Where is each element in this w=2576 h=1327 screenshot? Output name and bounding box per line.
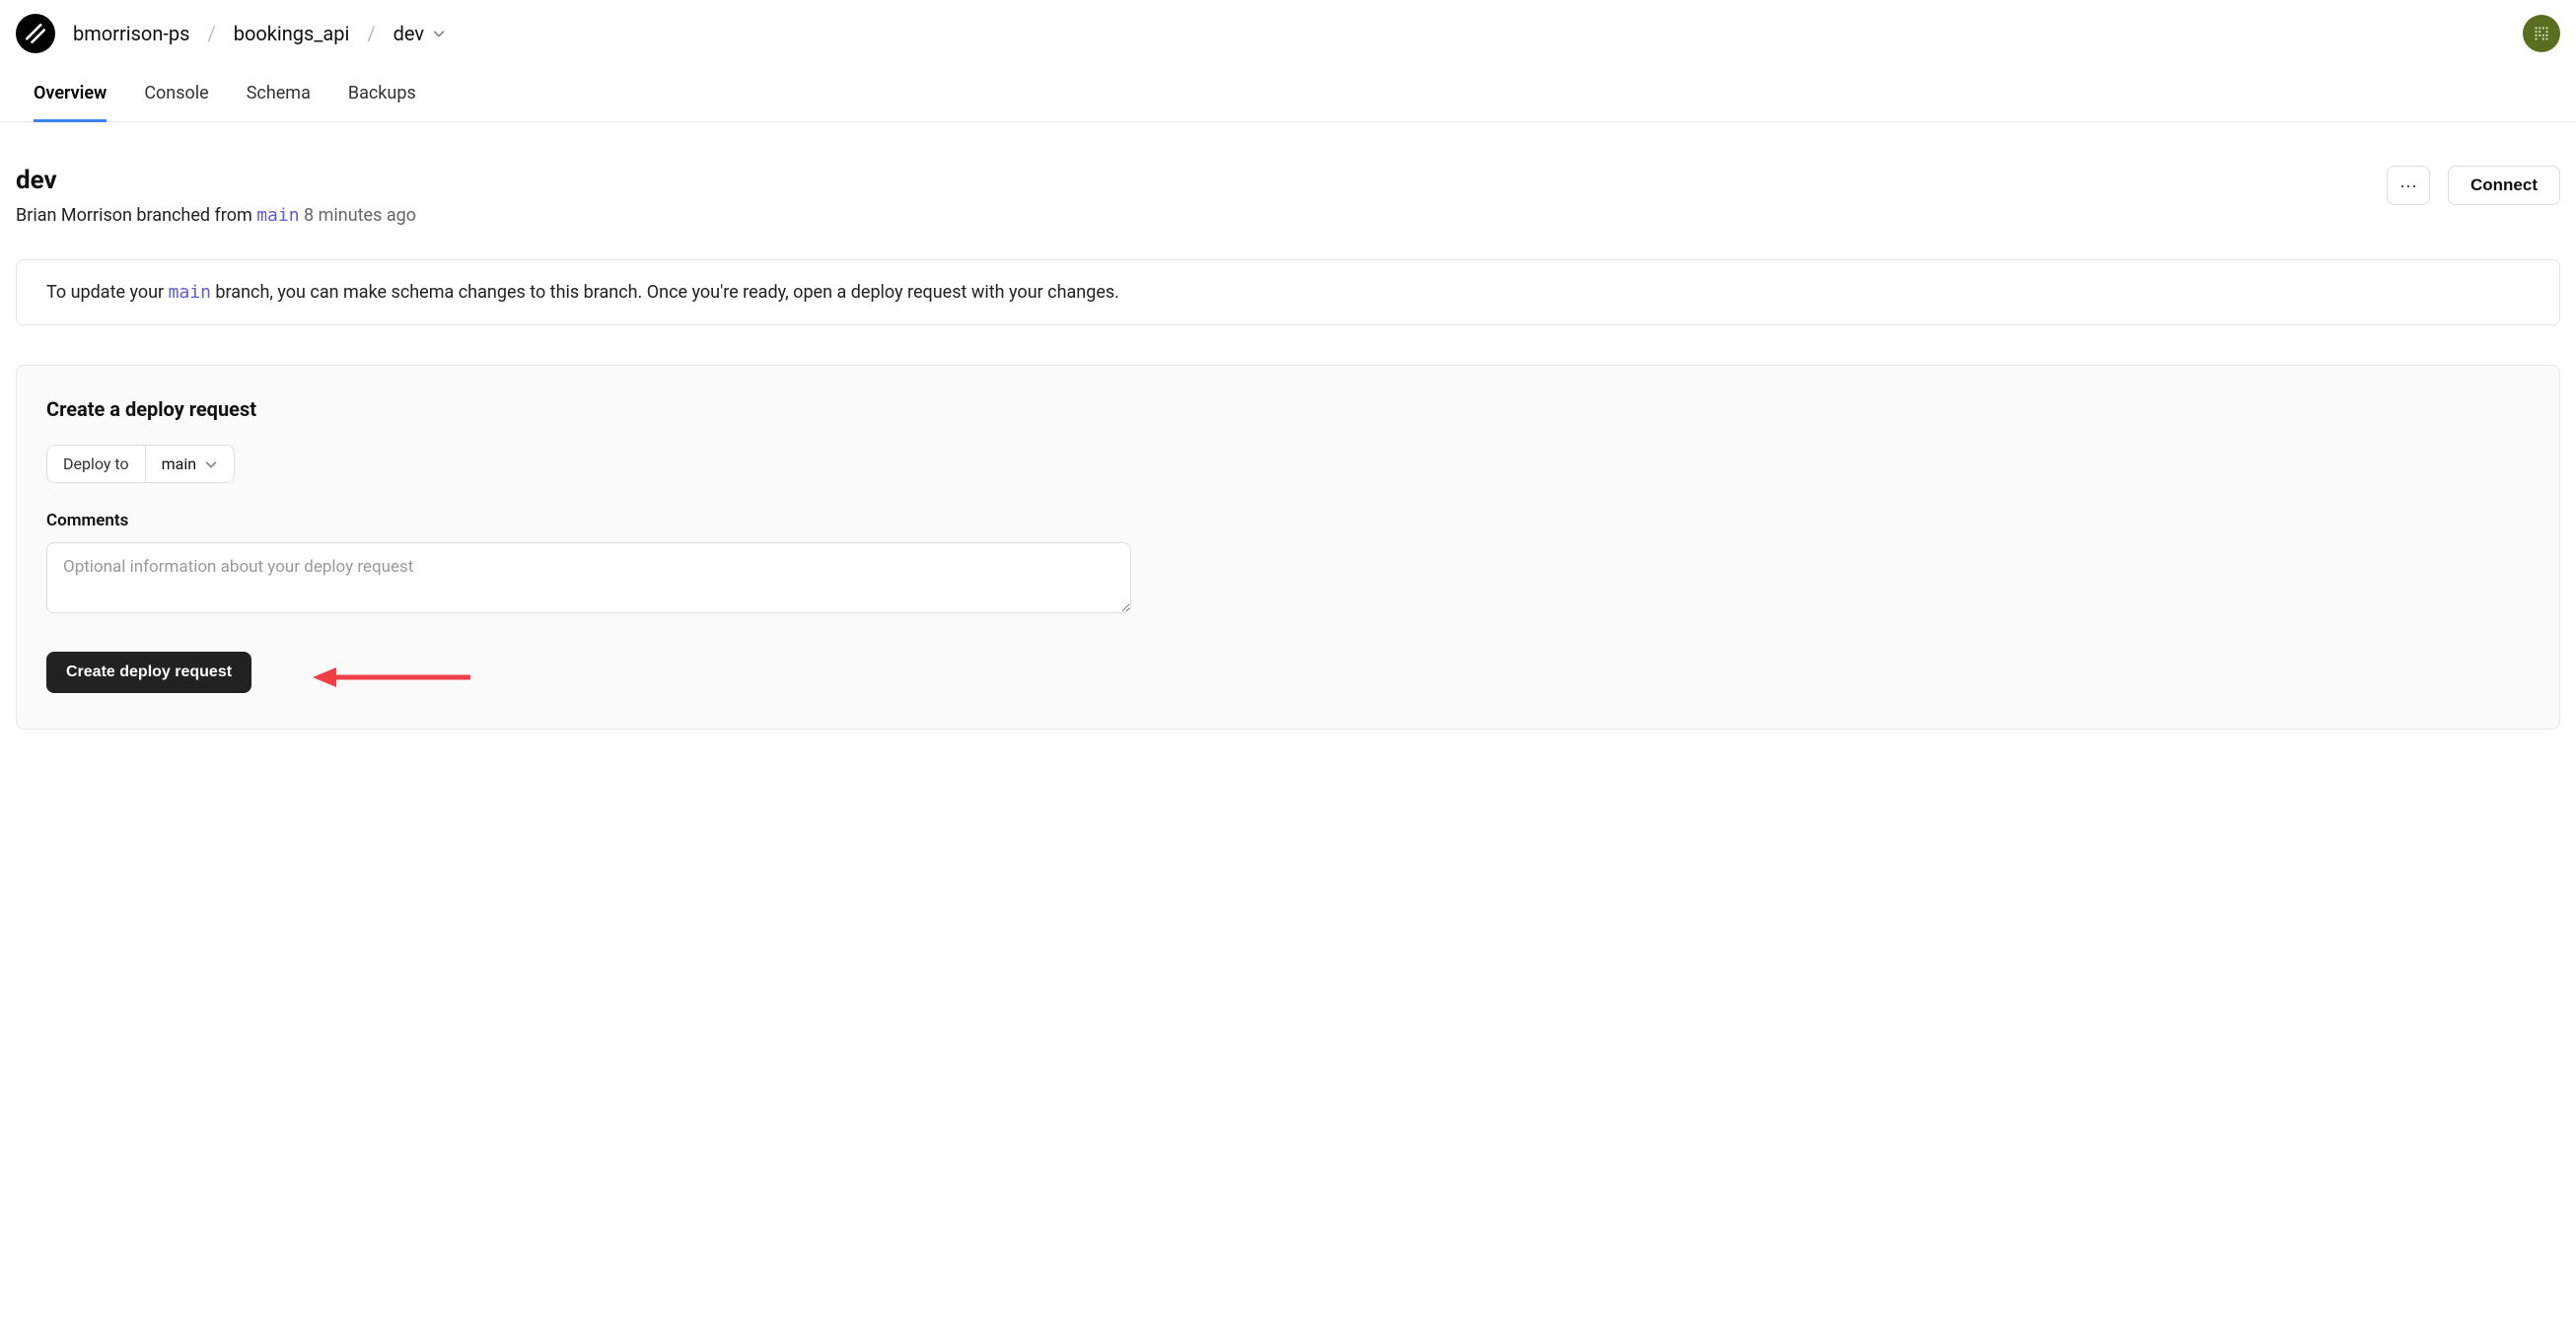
- connect-button[interactable]: Connect: [2448, 166, 2560, 205]
- comments-input[interactable]: [46, 542, 1131, 613]
- tabs: Overview Console Schema Backups: [0, 61, 2576, 122]
- info-branch-link[interactable]: main: [169, 282, 211, 303]
- deploy-to-target: main: [162, 454, 196, 473]
- comments-label: Comments: [46, 511, 2530, 530]
- more-options-button[interactable]: ···: [2387, 166, 2430, 205]
- deploy-target-select: Deploy to main: [46, 445, 235, 483]
- breadcrumb-sep: /: [207, 22, 215, 45]
- branch-parent-link[interactable]: main: [256, 205, 299, 226]
- deploy-request-panel: Create a deploy request Deploy to main C…: [16, 365, 2560, 730]
- chevron-down-icon: [432, 27, 446, 40]
- deploy-to-label: Deploy to: [46, 445, 145, 483]
- tab-backups[interactable]: Backups: [348, 71, 416, 122]
- branch-header-info: dev Brian Morrison branched from main 8 …: [16, 166, 416, 226]
- avatar[interactable]: [2523, 15, 2560, 52]
- avatar-icon: [2531, 23, 2552, 44]
- deploy-to-dropdown[interactable]: main: [145, 445, 235, 483]
- branch-action-prefix: branched from: [136, 205, 251, 226]
- header-actions: ··· Connect: [2387, 166, 2560, 205]
- tab-overview[interactable]: Overview: [34, 71, 107, 122]
- breadcrumb-database[interactable]: bookings_api: [234, 22, 350, 45]
- info-prefix: To update your: [46, 282, 169, 303]
- breadcrumb: bmorrison-ps / bookings_api / dev: [73, 22, 446, 45]
- top-bar: bmorrison-ps / bookings_api / dev: [0, 0, 2576, 61]
- branch-subtitle: Brian Morrison branched from main 8 minu…: [16, 205, 416, 226]
- breadcrumb-branch-label: dev: [394, 22, 424, 45]
- branch-time: 8 minutes ago: [304, 205, 416, 226]
- planetscale-logo-icon: [22, 20, 49, 47]
- breadcrumb-sep: /: [367, 22, 375, 45]
- breadcrumb-org[interactable]: bmorrison-ps: [73, 22, 189, 45]
- deploy-panel-title: Create a deploy request: [46, 397, 2530, 421]
- tab-console[interactable]: Console: [144, 71, 208, 122]
- chevron-down-icon: [204, 457, 218, 471]
- create-deploy-request-button[interactable]: Create deploy request: [46, 652, 251, 693]
- info-suffix: branch, you can make schema changes to t…: [211, 282, 1119, 303]
- info-box: To update your main branch, you can make…: [16, 259, 2560, 325]
- branch-header: dev Brian Morrison branched from main 8 …: [16, 122, 2560, 259]
- page-content: dev Brian Morrison branched from main 8 …: [0, 122, 2576, 730]
- breadcrumb-branch-dropdown[interactable]: dev: [394, 22, 446, 45]
- tab-schema[interactable]: Schema: [247, 71, 311, 122]
- branch-author: Brian Morrison: [16, 205, 132, 226]
- breadcrumb-wrap: bmorrison-ps / bookings_api / dev: [16, 14, 446, 53]
- branch-title: dev: [16, 166, 416, 195]
- logo[interactable]: [16, 14, 55, 53]
